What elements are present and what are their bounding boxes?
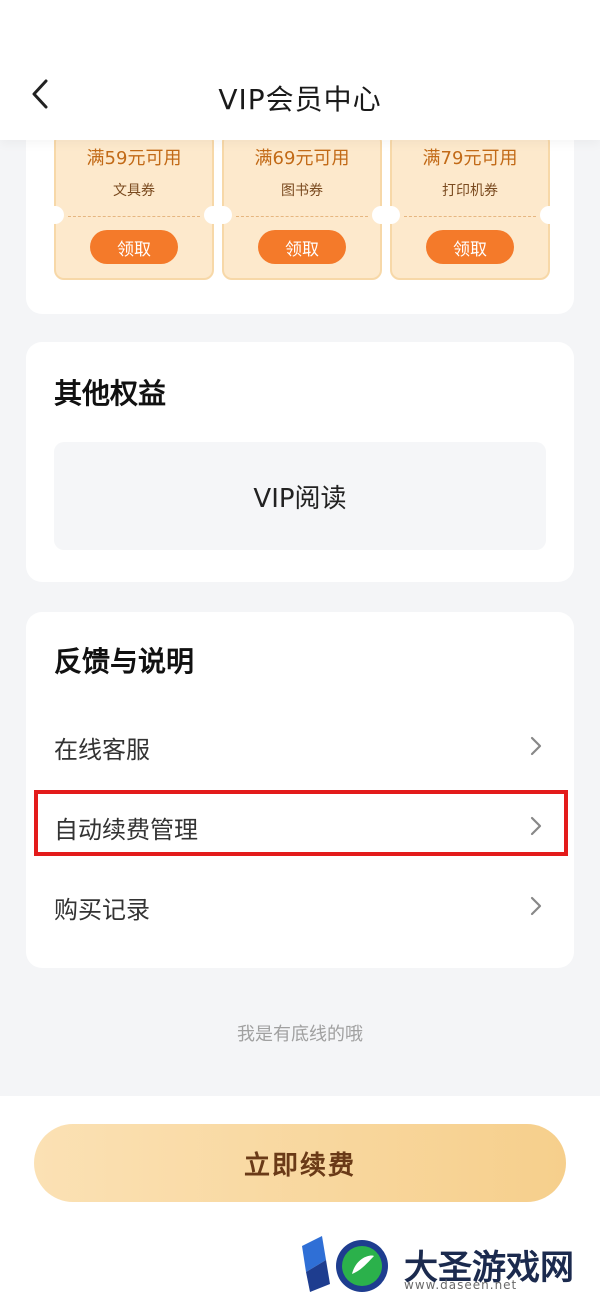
page-title: VIP会员中心	[218, 83, 382, 116]
claim-button[interactable]: 领取	[258, 230, 346, 264]
list-item-label: 自动续费管理	[54, 816, 198, 844]
coupon-type: 打印机券	[442, 183, 498, 199]
coupon-condition: 满59元可用	[86, 148, 182, 169]
watermark-url: www.daseen.net	[404, 1278, 518, 1292]
end-of-list-note: 我是有底线的哦	[237, 1024, 363, 1045]
coupon-condition: 满79元可用	[422, 148, 518, 169]
purchase-history-item[interactable]: 购买记录	[26, 876, 574, 936]
feedback-card: 反馈与说明 在线客服 自动续费管理 购买记录	[26, 612, 574, 968]
section-title: 反馈与说明	[54, 645, 195, 678]
coupon-card: 满79元可用 打印机券 领取	[382, 132, 558, 280]
online-service-item[interactable]: 在线客服	[26, 716, 574, 776]
coupon-divider	[68, 216, 200, 217]
list-item-label: 购买记录	[54, 896, 150, 924]
benefits-card: 其他权益 VIP阅读	[26, 342, 574, 582]
chevron-right-icon	[530, 816, 542, 836]
chevron-right-icon	[530, 736, 542, 756]
top-bar: VIP会员中心	[0, 0, 600, 140]
list-item-label: 在线客服	[54, 736, 150, 764]
coupon-divider	[404, 216, 536, 217]
coupon-condition: 满69元可用	[254, 148, 350, 169]
claim-button[interactable]: 领取	[90, 230, 178, 264]
coupon-divider	[236, 216, 368, 217]
claim-button[interactable]: 领取	[426, 230, 514, 264]
coupon-card: 满69元可用 图书券 领取	[214, 132, 390, 280]
watermark-logo-icon	[302, 1236, 388, 1292]
auto-renew-management-item[interactable]: 自动续费管理	[26, 796, 574, 856]
coupon-type: 图书券	[281, 183, 323, 199]
coupon-card: 满59元可用 文具券 领取	[46, 132, 222, 280]
chevron-right-icon	[530, 896, 542, 916]
watermark: 大圣游戏网 www.daseen.net	[296, 1232, 586, 1296]
vip-reading-tile[interactable]: VIP阅读	[54, 442, 546, 550]
coupon-type: 文具券	[113, 183, 155, 199]
section-title: 其他权益	[54, 377, 167, 410]
renew-now-button[interactable]: 立即续费	[34, 1124, 566, 1202]
